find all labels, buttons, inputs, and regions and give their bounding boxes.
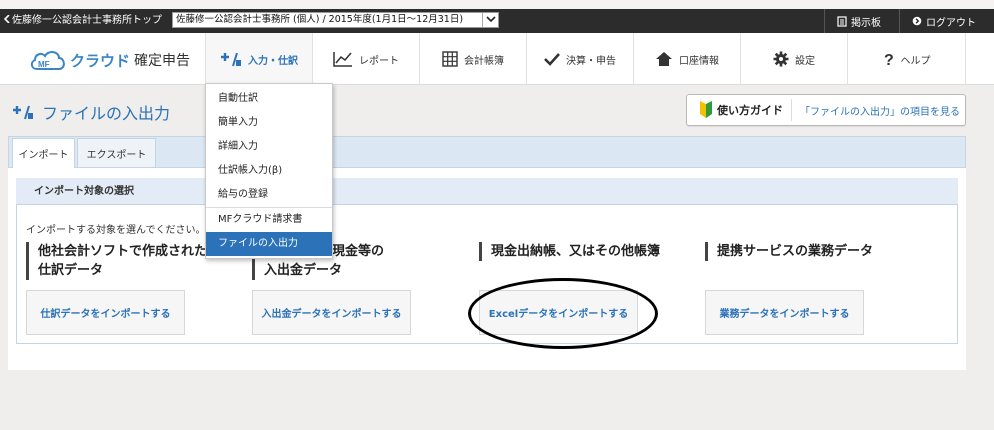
menu-item-journal-book-input[interactable]: 仕訳帳入力(β) (206, 159, 332, 183)
menu-item-detail-input[interactable]: 詳細入力 (206, 135, 332, 159)
page-title-text: ファイルの入出力 (42, 104, 171, 123)
import-target-heading: インポート対象の選択 (16, 178, 958, 205)
category-title-line2: 入出金データ (264, 263, 343, 278)
logo-cloud-text: クラウド (70, 51, 131, 70)
nav-settings-label: 設定 (795, 55, 815, 67)
page-title: ファイルの入出力 (12, 101, 170, 123)
input-journal-dropdown-menu: 自動仕訳 簡単入力 詳細入力 仕訳帳入力(β) 給与の登録 MFクラウド請求書 … (205, 83, 333, 259)
category-title-line2: 仕訳データ (38, 263, 104, 278)
category-title-line1: 現金出納帳、又はその他帳簿 (491, 244, 661, 259)
office-top-link-label: 佐藤修一公認会計士事務所トップ (12, 15, 162, 26)
import-journal-data-button[interactable]: 仕訳データをインポートする (26, 290, 185, 335)
office-year-select[interactable]: 佐藤修一公認会計士事務所 (個人) / 2015年度(1月1日～12月31日) (172, 12, 499, 28)
nav-input-journal[interactable]: 入力・仕訳 (205, 33, 312, 85)
usage-guide-label: 使い方ガイド (717, 104, 783, 117)
nav-closing-filing[interactable]: 決算・申告 (526, 33, 633, 85)
office-year-select-value: 佐藤修一公認会計士事務所 (個人) / 2015年度(1月1日～12月31日) (176, 14, 464, 25)
nav-input-journal-label: 入力・仕訳 (248, 55, 298, 67)
logout-label: ログアウト (926, 17, 976, 29)
office-top-link[interactable]: 佐藤修一公認会計士事務所トップ (3, 13, 162, 29)
logo-product-text: 確定申告 (134, 53, 191, 69)
menu-item-simple-input[interactable]: 簡単入力 (206, 111, 332, 135)
top-strip (0, 0, 994, 9)
usage-guide-button[interactable]: 使い方ガイド 「ファイルの入出力」の項目を見る (686, 94, 966, 126)
beginner-mark-icon (700, 101, 712, 118)
app-logo[interactable]: MF クラウド 確定申告 (28, 48, 190, 72)
menu-item-mf-invoice[interactable]: MFクラウド請求書 (206, 208, 332, 232)
journal-entry-icon (221, 52, 241, 67)
nav-ledger-label: 会計帳簿 (464, 55, 504, 67)
nav-report-label: レポート (359, 55, 399, 67)
cloud-logo-icon: MF (30, 51, 65, 70)
import-instruction: インポートする対象を選んでください。 (26, 225, 206, 236)
tab-export[interactable]: エクスポート (77, 138, 156, 167)
report-chart-icon (333, 52, 352, 67)
tab-export-label: エクスポート (86, 149, 147, 161)
svg-text:?: ? (884, 52, 894, 67)
logout-link[interactable]: ログアウト (899, 9, 994, 33)
menu-item-salary-registration[interactable]: 給与の登録 (206, 183, 332, 207)
nav-report[interactable]: レポート (312, 33, 419, 85)
power-icon (912, 16, 922, 26)
category-title-line1: 提携サービスの業務データ (717, 244, 874, 259)
gear-icon (773, 51, 789, 67)
nav-closing-filing-label: 決算・申告 (566, 55, 616, 67)
menu-item-auto-journal[interactable]: 自動仕訳 (206, 87, 332, 111)
nav-help[interactable]: ? ヘルプ (847, 33, 966, 85)
nav-ledger[interactable]: 会計帳簿 (419, 33, 526, 85)
import-business-data-button[interactable]: 業務データをインポートする (705, 290, 864, 335)
notice-board-icon (837, 15, 847, 27)
nav-help-label: ヘルプ (900, 55, 931, 67)
notice-board-link[interactable]: 掲示板 (824, 9, 898, 33)
journal-entry-icon (13, 105, 33, 120)
usage-guide-link[interactable]: 「ファイルの入出力」の項目を見る (800, 103, 960, 118)
category-partner-services: 提携サービスの業務データ (705, 242, 873, 261)
ledger-grid-icon (442, 51, 458, 67)
question-icon: ? (884, 52, 894, 67)
import-cash-data-button[interactable]: 入出金データをインポートする (252, 290, 411, 335)
menu-item-file-io[interactable]: ファイルの入出力 (206, 232, 332, 256)
nav-account-info-label: 口座情報 (679, 55, 719, 67)
tab-import-label: インポート (18, 150, 69, 161)
chevron-down-icon (482, 13, 498, 27)
category-title-line1: 他社会計ソフトで作成された (38, 244, 208, 259)
nav-account-info[interactable]: 口座情報 (633, 33, 740, 85)
category-cash-book: 現金出納帳、又はその他帳簿 (479, 242, 660, 261)
import-excel-data-button[interactable]: Excelデータをインポートする (479, 290, 638, 335)
check-icon (544, 53, 560, 66)
home-icon (656, 52, 672, 66)
svg-text:MF: MF (38, 60, 50, 69)
tab-import[interactable]: インポート (12, 138, 75, 168)
nav-settings[interactable]: 設定 (740, 33, 847, 85)
chevron-left-icon (3, 13, 10, 29)
category-other-software: 他社会計ソフトで作成された 仕訳データ (26, 242, 207, 280)
notice-board-label: 掲示板 (851, 17, 881, 29)
guide-divider (791, 99, 792, 121)
